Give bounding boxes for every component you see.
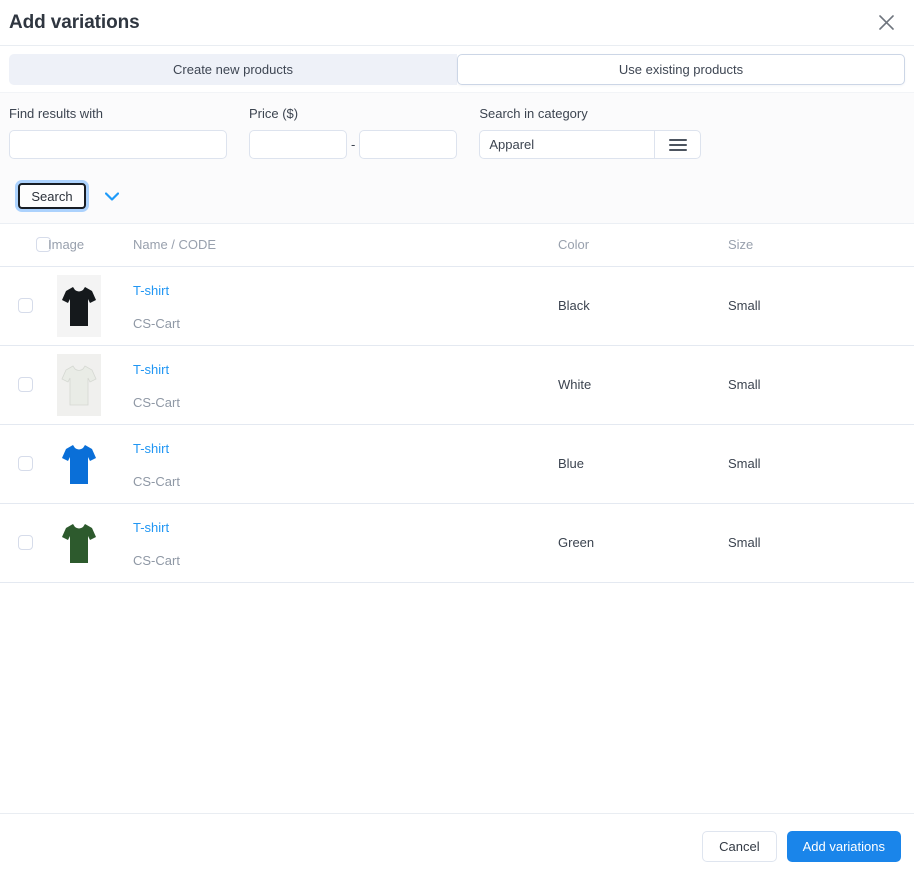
- page-title: Add variations: [9, 12, 140, 33]
- add-variations-button[interactable]: Add variations: [786, 831, 901, 862]
- row-image-cell: [48, 503, 133, 583]
- row-select-cell: [0, 424, 48, 504]
- find-results-group: Find results with: [9, 106, 227, 159]
- column-header-size: Size: [728, 224, 914, 267]
- search-in-category-label: Search in category: [479, 106, 588, 121]
- row-size-cell: Small: [728, 266, 914, 346]
- category-group: Search in category: [479, 106, 702, 159]
- price-separator: -: [351, 137, 356, 152]
- table-header: Image Name / CODE Color Size: [0, 224, 914, 267]
- row-select-cell: [0, 345, 48, 425]
- search-actions: Search: [9, 183, 905, 209]
- column-header-name-code: Name / CODE: [133, 224, 558, 267]
- row-size-cell: Small: [728, 424, 914, 504]
- tab-create-new-products-label: Create new products: [173, 62, 293, 77]
- product-name-link[interactable]: T-shirt: [133, 283, 169, 298]
- product-thumbnail-image: [57, 432, 101, 495]
- column-header-color: Color: [558, 224, 728, 267]
- add-variations-modal: Add variations Create new products Use e…: [0, 0, 914, 879]
- price-from-input[interactable]: [249, 130, 347, 159]
- table-row[interactable]: T-shirt CS-Cart Blue Small: [0, 424, 914, 504]
- row-color-cell: White: [558, 345, 728, 425]
- row-checkbox[interactable]: [18, 377, 33, 392]
- row-size-cell: Small: [728, 345, 914, 425]
- product-code: CS-Cart: [133, 473, 180, 489]
- products-table: Image Name / CODE Color Size T-shirt CS-C…: [0, 224, 914, 583]
- product-thumbnail-image: [57, 511, 101, 574]
- products-table-area: Image Name / CODE Color Size T-shirt CS-C…: [0, 224, 914, 813]
- category-input[interactable]: [479, 130, 655, 159]
- row-checkbox[interactable]: [18, 298, 33, 313]
- find-results-label: Find results with: [9, 106, 103, 121]
- list-bars-icon[interactable]: [654, 130, 702, 159]
- product-code: CS-Cart: [133, 552, 180, 568]
- column-header-image: Image: [48, 224, 133, 267]
- select-all-cell: [0, 224, 51, 267]
- tab-bar: Create new products Use existing product…: [0, 46, 914, 92]
- product-code: CS-Cart: [133, 315, 180, 331]
- close-icon[interactable]: [872, 9, 900, 37]
- row-image-cell: [48, 345, 133, 425]
- tab-use-existing-products-label: Use existing products: [618, 62, 744, 77]
- chevron-down-icon[interactable]: [102, 186, 122, 206]
- close-glyph: [878, 15, 894, 30]
- find-results-input[interactable]: [9, 130, 227, 159]
- row-size-cell: Small: [728, 503, 914, 583]
- cancel-button[interactable]: Cancel: [702, 831, 777, 862]
- tab-create-new-products[interactable]: Create new products: [9, 54, 457, 85]
- row-image-cell: [48, 266, 133, 346]
- price-label: Price ($): [249, 106, 299, 121]
- search-panel: Find results with Price ($) - Search in …: [0, 92, 914, 224]
- product-name-link[interactable]: T-shirt: [133, 441, 169, 456]
- row-checkbox[interactable]: [18, 535, 33, 550]
- list-bars-glyph: [668, 138, 687, 151]
- table-header-row: Image Name / CODE Color Size: [0, 224, 914, 267]
- row-name-cell: T-shirt CS-Cart: [133, 266, 558, 346]
- row-name-cell: T-shirt CS-Cart: [133, 345, 558, 425]
- row-color-cell: Black: [558, 266, 728, 346]
- row-color-cell: Blue: [558, 424, 728, 504]
- row-select-cell: [0, 266, 48, 346]
- search-button[interactable]: Search: [18, 183, 86, 209]
- product-thumbnail-image: [57, 353, 101, 416]
- product-name-link[interactable]: T-shirt: [133, 520, 169, 535]
- table-row[interactable]: T-shirt CS-Cart Black Small: [0, 266, 914, 346]
- price-to-input[interactable]: [359, 130, 458, 159]
- modal-header: Add variations: [0, 0, 914, 46]
- row-select-cell: [0, 503, 48, 583]
- table-row[interactable]: T-shirt CS-Cart White Small: [0, 345, 914, 425]
- price-group: Price ($) -: [249, 106, 458, 159]
- modal-footer: Cancel Add variations: [0, 813, 914, 879]
- product-name-link[interactable]: T-shirt: [133, 362, 169, 377]
- row-name-cell: T-shirt CS-Cart: [133, 424, 558, 504]
- row-color-cell: Green: [558, 503, 728, 583]
- product-code: CS-Cart: [133, 394, 180, 410]
- row-name-cell: T-shirt CS-Cart: [133, 503, 558, 583]
- table-row[interactable]: T-shirt CS-Cart Green Small: [0, 503, 914, 583]
- product-thumbnail-image: [57, 274, 101, 337]
- row-image-cell: [48, 424, 133, 504]
- tab-use-existing-products[interactable]: Use existing products: [457, 54, 905, 85]
- table-body: T-shirt CS-Cart Black Small T-shirt CS-Cart Wh…: [0, 266, 914, 583]
- row-checkbox[interactable]: [18, 456, 33, 471]
- chevron-down-glyph: [105, 191, 119, 201]
